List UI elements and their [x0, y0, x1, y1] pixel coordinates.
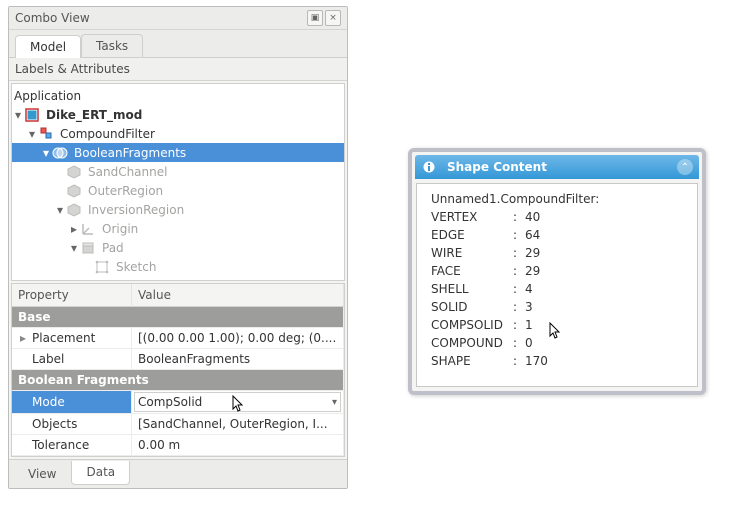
tree-item-pad[interactable]: ▾ Pad	[12, 238, 344, 257]
tree-item-sketch[interactable]: Sketch	[12, 257, 344, 276]
property-row-label[interactable]: Label BooleanFragments	[12, 349, 344, 370]
chevron-down-icon[interactable]: ▾	[332, 397, 337, 408]
shape-row: COMPSOLID:1	[431, 316, 687, 334]
tree-spacer	[54, 165, 66, 179]
pad-icon	[80, 240, 96, 256]
shape-row: COMPOUND:0	[431, 334, 687, 352]
tree-item-origin[interactable]: ▸ Origin	[12, 219, 344, 238]
document-icon	[24, 107, 40, 123]
tree-item-booleanfragments[interactable]: ▾ BooleanFragments	[12, 143, 344, 162]
labels-attributes-header: Labels & Attributes	[9, 58, 347, 81]
tree-item-sandchannel[interactable]: SandChannel	[12, 162, 344, 181]
property-header: Property Value	[12, 284, 344, 307]
shape-content-title: Shape Content	[447, 160, 547, 174]
chevron-right-icon[interactable]: ▸	[18, 331, 28, 345]
shape-content-dialog[interactable]: Shape Content ⌃ Unnamed1.CompoundFilter:…	[408, 148, 706, 395]
combo-view-panel: Combo View ▣ × Model Tasks Labels & Attr…	[8, 6, 348, 489]
chevron-right-icon[interactable]: ▸	[68, 222, 80, 236]
chevron-down-icon[interactable]: ▾	[68, 241, 80, 255]
chevron-down-icon[interactable]: ▾	[54, 203, 66, 217]
combo-view-title: Combo View	[15, 11, 90, 25]
shape-content-titlebar[interactable]: Shape Content ⌃	[415, 155, 699, 179]
shape-content-header: Unnamed1.CompoundFilter:	[431, 192, 687, 206]
tree-view[interactable]: Application ▾ Dike_ERT_mod ▾ CompoundFil…	[11, 83, 345, 281]
property-header-value: Value	[132, 284, 344, 307]
tab-tasks[interactable]: Tasks	[81, 34, 143, 57]
tree-spacer	[54, 184, 66, 198]
tree-item-inversionregion[interactable]: ▾ InversionRegion	[12, 200, 344, 219]
shape-row: WIRE:29	[431, 244, 687, 262]
property-grid: Property Value Base ▸Placement [(0.00 0.…	[11, 283, 345, 457]
property-group-base: Base	[12, 307, 344, 328]
property-row-objects[interactable]: Objects [SandChannel, OuterRegion, I...	[12, 414, 344, 435]
cube-icon	[66, 183, 82, 199]
chevron-down-icon[interactable]: ▾	[26, 127, 38, 141]
undock-icon[interactable]: ▣	[307, 10, 323, 26]
property-row-tolerance[interactable]: Tolerance 0.00 m	[12, 435, 344, 456]
tab-data[interactable]: Data	[71, 461, 130, 485]
combo-view-titlebar[interactable]: Combo View ▣ ×	[9, 7, 347, 30]
combo-tabs: Model Tasks	[9, 30, 347, 58]
tab-view[interactable]: View	[13, 462, 71, 486]
sketch-icon	[94, 259, 110, 275]
shape-row: SHAPE:170	[431, 352, 687, 370]
compound-filter-icon	[38, 126, 54, 142]
tree-document[interactable]: ▾ Dike_ERT_mod	[12, 105, 344, 124]
origin-icon	[80, 221, 96, 237]
boolean-fragments-icon	[52, 145, 68, 161]
close-icon[interactable]: ×	[325, 10, 341, 26]
tree-item-outerregion[interactable]: OuterRegion	[12, 181, 344, 200]
shape-row: VERTEX:40	[431, 208, 687, 226]
tree-root-application[interactable]: Application	[12, 86, 344, 105]
shape-row: FACE:29	[431, 262, 687, 280]
chevron-down-icon[interactable]: ▾	[40, 146, 52, 160]
shape-content-body: Unnamed1.CompoundFilter: VERTEX:40 EDGE:…	[416, 183, 698, 387]
shape-row: SOLID:3	[431, 298, 687, 316]
window-buttons: ▣ ×	[307, 10, 341, 26]
cube-icon	[66, 164, 82, 180]
property-header-property: Property	[12, 284, 132, 307]
info-icon	[421, 159, 437, 175]
property-row-placement[interactable]: ▸Placement [(0.00 0.00 1.00); 0.00 deg; …	[12, 328, 344, 349]
tree-item-compoundfilter[interactable]: ▾ CompoundFilter	[12, 124, 344, 143]
shape-row: EDGE:64	[431, 226, 687, 244]
property-row-mode[interactable]: Mode CompSolid ▾	[12, 391, 344, 414]
collapse-icon[interactable]: ⌃	[677, 159, 693, 175]
tab-model[interactable]: Model	[15, 35, 81, 58]
tree-spacer	[82, 260, 94, 274]
shape-row: SHELL:4	[431, 280, 687, 298]
property-bottom-tabs: View Data	[9, 459, 347, 488]
cube-icon	[66, 202, 82, 218]
property-group-boolean-fragments: Boolean Fragments	[12, 370, 344, 391]
chevron-down-icon[interactable]: ▾	[12, 108, 24, 122]
mode-dropdown[interactable]: CompSolid ▾	[134, 392, 341, 412]
